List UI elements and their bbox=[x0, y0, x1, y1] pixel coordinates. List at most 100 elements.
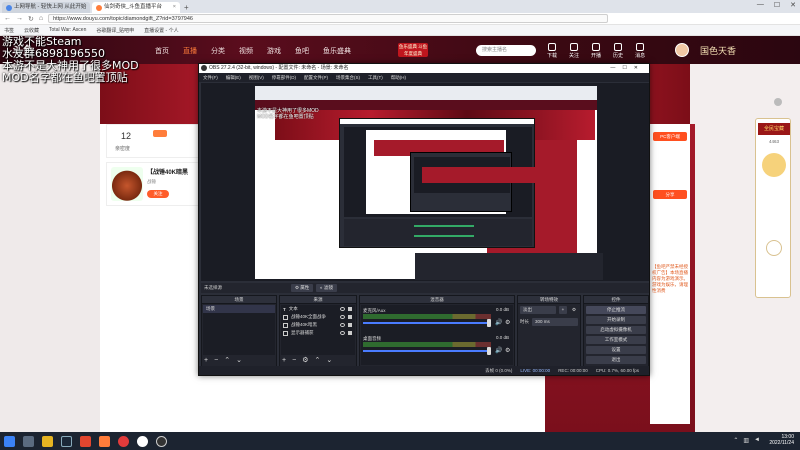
obs-menu-profile[interactable]: 配置文件(P) bbox=[304, 73, 328, 82]
volume-slider-knob[interactable] bbox=[487, 347, 491, 355]
start-recording-button[interactable]: 开始录制 bbox=[586, 316, 646, 324]
follow-button[interactable]: 关注 bbox=[147, 190, 169, 198]
search-icon[interactable] bbox=[23, 435, 34, 447]
treasure-panel[interactable]: 全民宝藏 4463 bbox=[755, 118, 791, 298]
properties-button[interactable]: ⚙ 属性 bbox=[291, 284, 314, 292]
nav-games[interactable]: 游戏 bbox=[267, 46, 281, 56]
visibility-icon[interactable] bbox=[340, 323, 345, 327]
studio-mode-button[interactable]: 工作室模式 bbox=[586, 336, 646, 344]
intimacy-card[interactable]: 12 亲密度 bbox=[106, 124, 202, 158]
header-history-icon[interactable]: 历史 bbox=[613, 43, 623, 59]
speaker-icon[interactable]: 🔊 bbox=[495, 319, 502, 326]
obs-menu-edit[interactable]: 编辑(E) bbox=[226, 73, 241, 82]
transition-select[interactable]: 淡出 bbox=[520, 306, 556, 314]
volume-slider[interactable] bbox=[363, 350, 491, 352]
add-scene-button[interactable]: + bbox=[204, 357, 208, 365]
browser-app-icon[interactable] bbox=[118, 435, 129, 447]
lock-icon[interactable] bbox=[348, 315, 352, 319]
reload-icon[interactable]: ↻ bbox=[28, 15, 34, 23]
gear-icon[interactable]: ⚙ bbox=[505, 347, 510, 354]
user-avatar[interactable] bbox=[675, 43, 689, 57]
home-icon[interactable]: ⌂ bbox=[39, 15, 43, 22]
site-search-input[interactable]: 搜索主播名 bbox=[476, 45, 536, 56]
visibility-icon[interactable] bbox=[340, 307, 345, 311]
new-tab-button[interactable]: + bbox=[184, 2, 189, 13]
source-settings-icon[interactable]: ⚙ bbox=[302, 357, 308, 365]
anchor-card[interactable]: 【战锤40K暗黑 战锤 关注 bbox=[106, 162, 200, 206]
bookmark-item[interactable]: 谷歌翻译_贴吧申 bbox=[96, 27, 134, 34]
scene-item[interactable]: 场景 bbox=[203, 305, 275, 313]
chrome-icon[interactable] bbox=[137, 435, 148, 447]
obs-menu-help[interactable]: 帮助(H) bbox=[391, 73, 406, 82]
scroll-top-icon[interactable] bbox=[774, 98, 782, 106]
network-icon[interactable]: ▥ bbox=[743, 437, 749, 444]
remove-source-button[interactable]: − bbox=[292, 357, 296, 365]
header-follow-icon[interactable]: 关注 bbox=[569, 43, 579, 59]
explorer-icon[interactable] bbox=[42, 435, 53, 447]
source-item[interactable]: 显示器捕获 bbox=[281, 329, 355, 337]
volume-icon[interactable]: ◄ bbox=[754, 437, 760, 444]
nav-category[interactable]: 分类 bbox=[211, 46, 225, 56]
start-virtual-camera-button[interactable]: 启动虚拟摄像机 bbox=[586, 326, 646, 334]
header-broadcast-icon[interactable]: 开播 bbox=[591, 43, 601, 59]
obs-menu-tools[interactable]: 工具(T) bbox=[368, 73, 383, 82]
clock[interactable]: 13:00 2022/11/24 bbox=[769, 434, 794, 446]
browser-tab-active[interactable]: 仙剑奇侠_斗鱼直播平台 × bbox=[92, 2, 180, 13]
obs-menu-view[interactable]: 视图(V) bbox=[249, 73, 264, 82]
header-message-icon[interactable]: 消息 bbox=[635, 43, 645, 59]
obs-app-icon[interactable] bbox=[156, 435, 167, 447]
source-item[interactable]: T 文本 bbox=[281, 305, 355, 313]
speaker-icon[interactable]: 🔊 bbox=[495, 347, 502, 354]
add-source-button[interactable]: + bbox=[282, 357, 286, 365]
url-field[interactable]: https://www.douyu.com/topic/diamondgift_… bbox=[48, 14, 609, 23]
obs-preview[interactable]: 本游不是大神用了很多MOD MOD名字都在鱼吧置顶贴 bbox=[201, 83, 649, 281]
minimize-icon[interactable]: — bbox=[757, 1, 764, 9]
maximize-icon[interactable]: ☐ bbox=[774, 1, 780, 9]
nav-home[interactable]: 首页 bbox=[155, 46, 169, 56]
close-tab-icon[interactable]: × bbox=[173, 2, 176, 13]
chevron-up-icon[interactable]: ⌃ bbox=[733, 437, 738, 444]
duration-input[interactable]: 300 ms bbox=[532, 318, 578, 326]
douyu-app-icon[interactable] bbox=[99, 435, 110, 447]
volume-slider-knob[interactable] bbox=[487, 319, 491, 327]
lock-icon[interactable] bbox=[348, 323, 352, 327]
obs-menu-scene-collection[interactable]: 场景集合(S) bbox=[336, 73, 360, 82]
nav-festival[interactable]: 鱼乐盛典 bbox=[323, 46, 351, 56]
visibility-icon[interactable] bbox=[340, 315, 345, 319]
filters-button[interactable]: ◐ 滤镜 bbox=[316, 284, 337, 292]
share-button[interactable]: 分享 bbox=[653, 190, 687, 199]
lock-icon[interactable] bbox=[348, 307, 352, 311]
back-icon[interactable]: ← bbox=[4, 15, 11, 22]
obs-menu-file[interactable]: 文件(F) bbox=[203, 73, 218, 82]
bookmark-item[interactable]: Total War: Ascen bbox=[49, 27, 86, 33]
header-download-icon[interactable]: 下载 bbox=[547, 43, 557, 59]
festival-promo[interactable]: 鱼乐盛典 斗鱼年度盛典 bbox=[398, 43, 428, 57]
nav-live[interactable]: 直播 bbox=[183, 46, 197, 56]
move-up-button[interactable]: ⌃ bbox=[314, 357, 320, 365]
move-up-button[interactable]: ⌃ bbox=[224, 357, 230, 365]
nav-fishbar[interactable]: 鱼吧 bbox=[295, 46, 309, 56]
mascot-icon[interactable] bbox=[766, 240, 782, 256]
stop-streaming-button[interactable]: 停止推流 bbox=[586, 306, 646, 314]
nav-video[interactable]: 视频 bbox=[239, 46, 253, 56]
settings-button[interactable]: 设置 bbox=[586, 346, 646, 354]
move-down-button[interactable]: ⌄ bbox=[326, 357, 332, 365]
obs-window-controls[interactable]: —☐✕ bbox=[610, 64, 645, 73]
exit-button[interactable]: 退出 bbox=[586, 356, 646, 364]
source-item[interactable]: 战锤40K全面战争 bbox=[281, 313, 355, 321]
lock-icon[interactable] bbox=[348, 331, 352, 335]
forward-icon[interactable]: → bbox=[16, 15, 23, 22]
bookmark-item[interactable]: 云收藏 bbox=[24, 27, 39, 34]
move-down-button[interactable]: ⌄ bbox=[236, 357, 242, 365]
source-item[interactable]: 战锤40K暗黑 bbox=[281, 321, 355, 329]
bookmark-item[interactable]: 书签 bbox=[4, 27, 14, 34]
gear-icon[interactable]: ⚙ bbox=[570, 307, 578, 313]
browser-tab[interactable]: 上网导航 - 轻快上网 从此开始 bbox=[2, 2, 90, 13]
obs-menu-docks[interactable]: 停靠部件(D) bbox=[272, 73, 296, 82]
remove-scene-button[interactable]: − bbox=[214, 357, 218, 365]
volume-slider[interactable] bbox=[363, 322, 491, 324]
steam-icon[interactable] bbox=[61, 435, 72, 447]
app-icon[interactable] bbox=[80, 435, 91, 447]
start-icon[interactable] bbox=[4, 435, 15, 447]
close-icon[interactable]: ✕ bbox=[790, 1, 796, 9]
